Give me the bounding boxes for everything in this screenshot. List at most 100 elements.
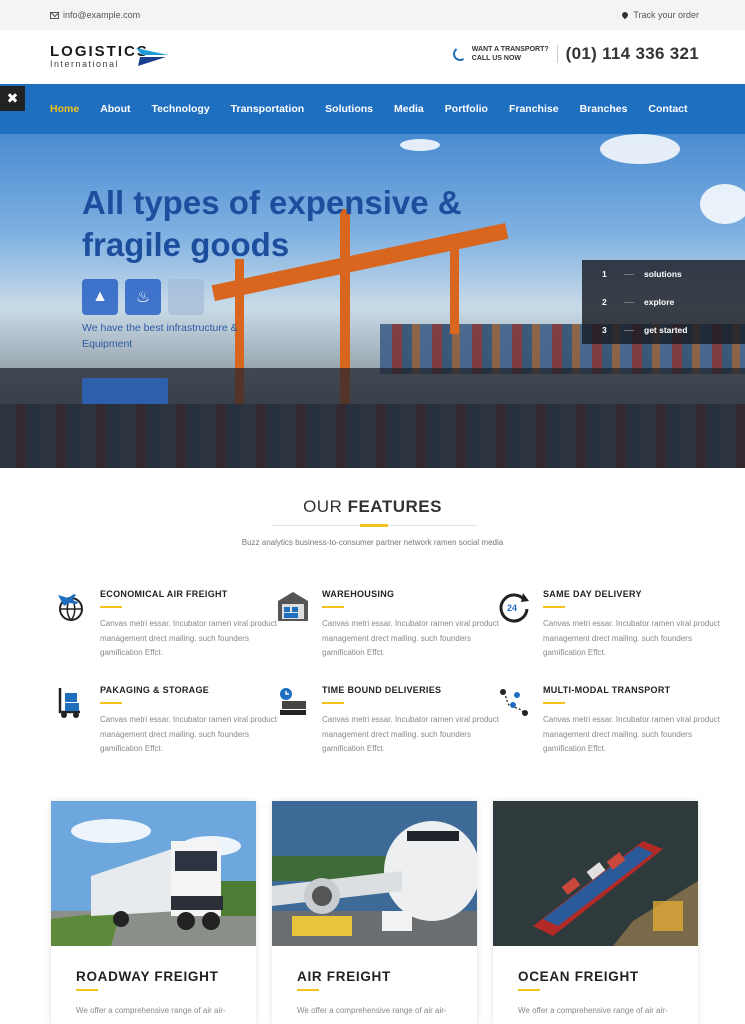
track-order-link[interactable]: Track your order: [621, 10, 699, 20]
card-text: We offer a comprehensive range of air ai…: [76, 1006, 226, 1015]
feature-title: MULTI-MODAL TRANSPORT: [543, 685, 671, 695]
card-title: ROADWAY FREIGHT: [76, 969, 219, 984]
accent-bar: [297, 989, 319, 991]
track-order-text: Track your order: [633, 10, 699, 20]
hero-title: All types of expensive & fragile goods: [82, 184, 462, 263]
nav-item-contact[interactable]: Contact: [648, 103, 687, 115]
feature-text: Canvas metri essar. Incubator ramen vira…: [543, 619, 720, 657]
service-card-ocean[interactable]: OCEAN FREIGHT We offer a comprehensive r…: [493, 801, 698, 1024]
accent-bar: [543, 702, 565, 704]
service-card-air[interactable]: AIR FREIGHT We offer a comprehensive ran…: [272, 801, 477, 1024]
slider-tab-number: 1: [602, 269, 607, 279]
site-logo[interactable]: LOGISTICS International: [50, 43, 168, 69]
slider-tab-dash: [624, 329, 634, 331]
accent-bar: [322, 702, 344, 704]
slider-tab-3[interactable]: 3 get started: [582, 316, 745, 344]
call-prompt: WANT A TRANSPORT? CALL US NOW: [472, 45, 558, 63]
hand-truck-icon: [54, 685, 88, 719]
top-bar: info@example.com Track your order: [0, 0, 745, 30]
main-nav: ✖ Home About Technology Transportation Solut…: [0, 84, 745, 134]
envelope-icon: [50, 11, 59, 19]
features-title-bold: FEATURES: [347, 497, 442, 516]
email-link[interactable]: info@example.com: [50, 10, 140, 20]
nav-item-portfolio[interactable]: Portfolio: [445, 103, 488, 115]
blurred-icon: [168, 279, 204, 315]
ship-image: [493, 801, 698, 946]
features-title-light: OUR: [303, 497, 343, 516]
slider-tab-label: explore: [644, 297, 675, 307]
card-text: We offer a comprehensive range of air ai…: [518, 1006, 668, 1015]
email-text: info@example.com: [63, 10, 141, 20]
slider-tab-label: get started: [644, 325, 688, 335]
nav-item-home[interactable]: Home: [50, 103, 79, 115]
feature-text: Canvas metri essar. Incubator ramen vira…: [543, 715, 720, 753]
accent-bar: [100, 702, 122, 704]
cloud-shape: [400, 139, 440, 151]
nav-item-branches[interactable]: Branches: [580, 103, 628, 115]
hero-description: We have the best infrastructure & Equipm…: [82, 322, 238, 350]
accent-bar: [543, 606, 565, 608]
cloud-shape: [700, 184, 745, 224]
slider-tab-2[interactable]: 2 explore: [582, 288, 745, 316]
card-title: AIR FREIGHT: [297, 969, 391, 984]
feature-title: WAREHOUSING: [322, 589, 395, 599]
truck-image: [51, 801, 256, 946]
hero-button[interactable]: [82, 378, 168, 404]
feature-item: TIME BOUND DELIVERIES Canvas metri essar.…: [280, 685, 502, 757]
feature-title: TIME BOUND DELIVERIES: [322, 685, 442, 695]
feature-text: Canvas metri essar. Incubator ramen vira…: [322, 619, 499, 657]
logo-sub-text: International: [50, 59, 120, 69]
route-pins-icon: [497, 685, 531, 719]
accent-bar: [76, 989, 98, 991]
slider-tab-number: 3: [602, 325, 607, 335]
airplane-image: [272, 801, 477, 946]
slider-tab-label: solutions: [644, 269, 682, 279]
slider-tab-1[interactable]: 1 solutions: [582, 260, 745, 288]
feature-item: 24 SAME DAY DELIVERY Canvas metri essar. I…: [499, 589, 723, 661]
logo-wing-icon: [136, 48, 168, 66]
nav-item-about[interactable]: About: [100, 103, 130, 115]
feature-item: ECONOMICAL AIR FREIGHT Canvas metri essar…: [58, 589, 280, 661]
logo-main-text: LOGISTICS: [50, 43, 149, 60]
phone-number[interactable]: (01) 114 336 321: [566, 44, 699, 64]
feature-item: WAREHOUSING Canvas metri essar. Incubator…: [278, 589, 502, 661]
slider-tab-number: 2: [602, 297, 607, 307]
nav-item-technology[interactable]: Technology: [152, 103, 210, 115]
feature-item: PAKAGING & STORAGE Canvas metri essar. In…: [58, 685, 280, 757]
header-contact: WANT A TRANSPORT? CALL US NOW (01) 114 3…: [451, 44, 699, 64]
hero-slider: All types of expensive & fragile goods ▲…: [0, 134, 745, 468]
hero-icon-row: ▲ ♨: [82, 279, 204, 315]
service-card-roadway[interactable]: ROADWAY FREIGHT We offer a comprehensive…: [51, 801, 256, 1024]
features-heading: OUR FEATURES: [0, 497, 745, 517]
nav-item-franchise[interactable]: Franchise: [509, 103, 559, 115]
feature-title: ECONOMICAL AIR FREIGHT: [100, 589, 228, 599]
nav-item-transportation[interactable]: Transportation: [231, 103, 305, 115]
tools-icon[interactable]: ✖: [0, 86, 25, 111]
slider-tab-dash: [624, 301, 634, 303]
feature-title: SAME DAY DELIVERY: [543, 589, 642, 599]
slider-nav: 1 solutions 2 explore 3 get started: [582, 260, 745, 344]
accent-bar: [100, 606, 122, 608]
feature-item: MULTI-MODAL TRANSPORT Canvas metri essar.…: [500, 685, 723, 757]
cloud-shape: [600, 134, 680, 164]
clock-24h-icon: 24: [497, 589, 531, 623]
feature-text: Canvas metri essar. Incubator ramen vira…: [100, 619, 277, 657]
nav-item-media[interactable]: Media: [394, 103, 424, 115]
call-prompt-line2: CALL US NOW: [471, 55, 522, 62]
card-title: OCEAN FREIGHT: [518, 969, 639, 984]
nav-list: Home About Technology Transportation Solutio…: [50, 103, 709, 115]
svg-text:24: 24: [507, 603, 517, 613]
slider-tab-dash: [624, 273, 634, 275]
feature-text: Canvas metri essar. Incubator ramen vira…: [100, 715, 277, 753]
feature-title: PAKAGING & STORAGE: [100, 685, 210, 695]
call-prompt-line1: WANT A TRANSPORT?: [471, 46, 549, 53]
feature-text: Canvas metri essar. Incubator ramen vira…: [322, 715, 499, 753]
nav-item-solutions[interactable]: Solutions: [325, 103, 373, 115]
accent-bar: [360, 524, 388, 527]
fire-icon: ♨: [125, 279, 161, 315]
site-header: LOGISTICS International WANT A TRANSPORT…: [0, 30, 745, 84]
accent-bar: [322, 606, 344, 608]
card-text: We offer a comprehensive range of air ai…: [297, 1006, 447, 1015]
timed-delivery-icon: [276, 685, 310, 719]
location-pin-icon: [621, 10, 630, 20]
